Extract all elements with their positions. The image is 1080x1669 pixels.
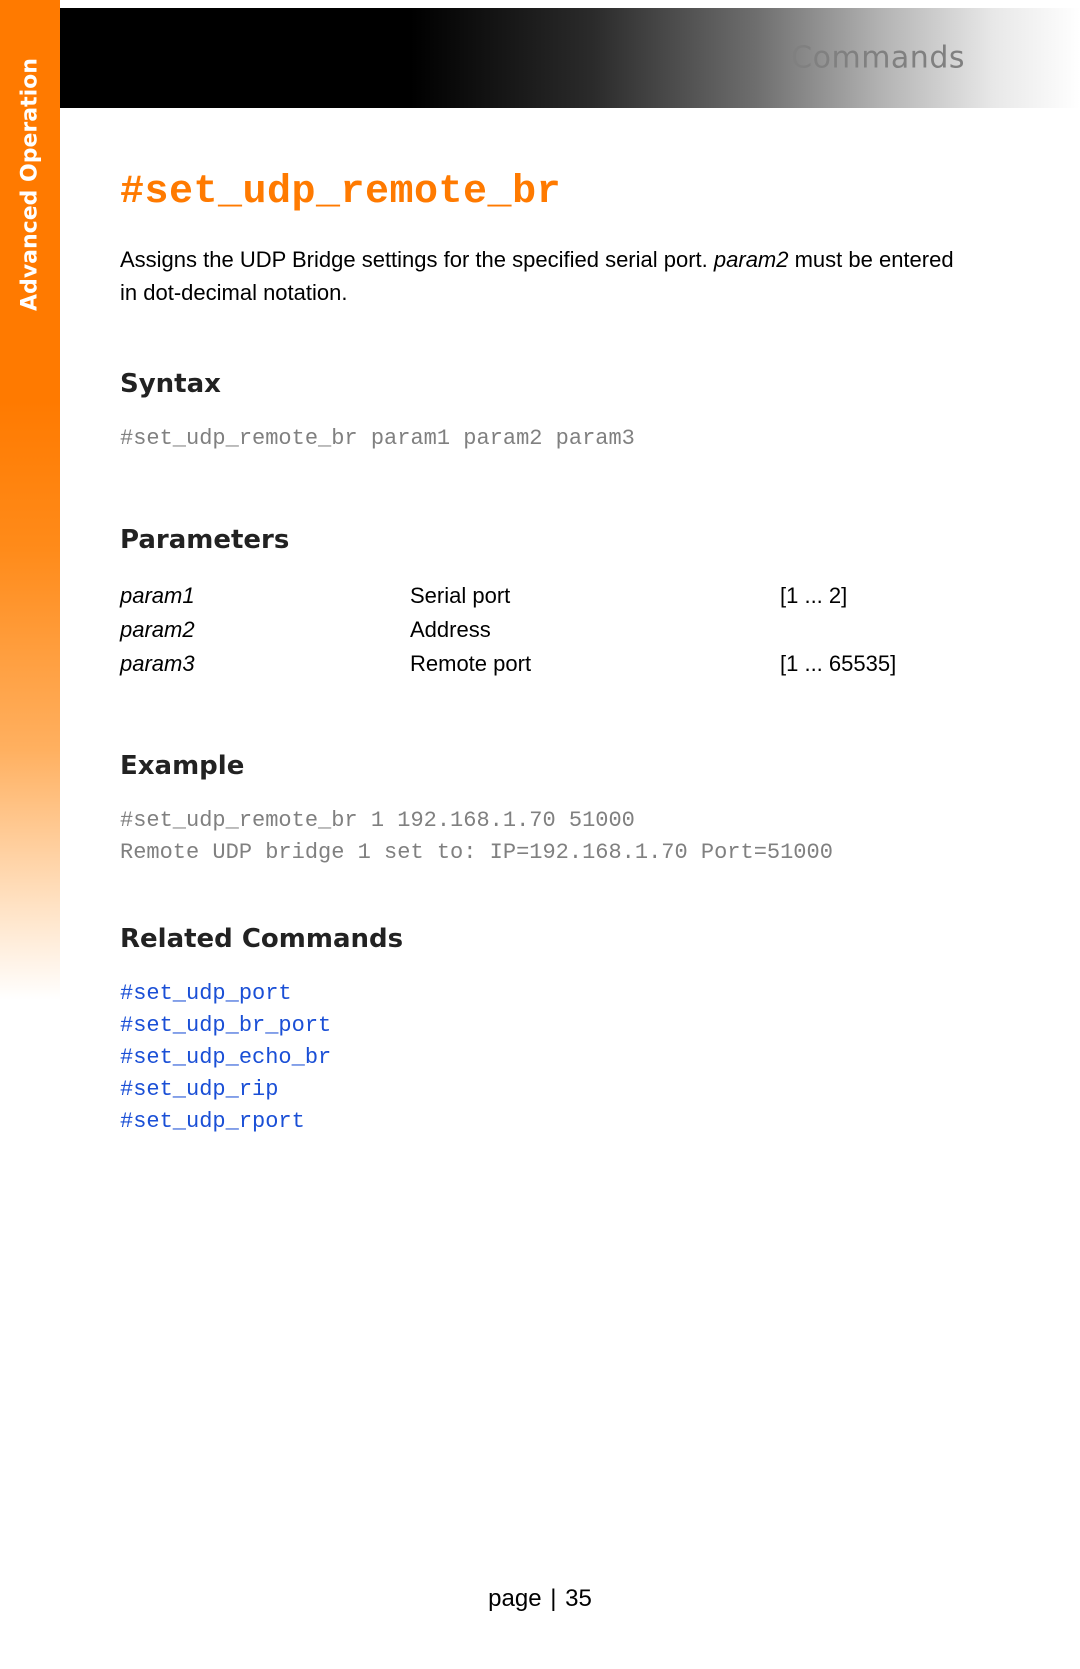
related-link[interactable]: #set_udp_port [120,978,960,1010]
table-row: param2 Address [120,613,960,647]
footer-page-number: 35 [565,1585,592,1612]
desc-param-italic: param2 [714,247,789,272]
param-name: param2 [120,613,410,647]
header-section-title: Commands [791,41,965,76]
table-row: param1 Serial port [1 ... 2] [120,579,960,613]
related-link[interactable]: #set_udp_rip [120,1074,960,1106]
parameters-section: Parameters param1 Serial port [1 ... 2] … [120,525,960,681]
parameters-table: param1 Serial port [1 ... 2] param2 Addr… [120,579,960,681]
sidebar-label: Advanced Operation [18,58,43,311]
related-link[interactable]: #set_udp_echo_br [120,1042,960,1074]
param-desc: Address [410,613,780,647]
page-footer: page | 35 [0,1585,1080,1613]
footer-label: page [488,1585,541,1612]
header-band: Commands [0,8,1080,108]
syntax-heading: Syntax [120,369,960,399]
example-code: #set_udp_remote_br 1 192.168.1.70 51000 … [120,805,960,869]
table-row: param3 Remote port [1 ... 65535] [120,647,960,681]
param-range: [1 ... 65535] [780,647,960,681]
command-title: #set_udp_remote_br [120,170,960,215]
example-heading: Example [120,751,960,781]
related-commands-section: Related Commands #set_udp_port #set_udp_… [120,924,960,1137]
related-link[interactable]: #set_udp_rport [120,1106,960,1138]
main-content: #set_udp_remote_br Assigns the UDP Bridg… [120,170,960,1137]
command-description: Assigns the UDP Bridge settings for the … [120,243,960,309]
syntax-code: #set_udp_remote_br param1 param2 param3 [120,423,960,455]
sidebar-tab: Advanced Operation [0,0,60,1000]
param-range: [1 ... 2] [780,579,960,613]
footer-separator: | [550,1585,556,1612]
parameters-heading: Parameters [120,525,960,555]
param-desc: Remote port [410,647,780,681]
param-name: param3 [120,647,410,681]
param-range [780,613,960,647]
related-heading: Related Commands [120,924,960,954]
syntax-section: Syntax #set_udp_remote_br param1 param2 … [120,369,960,455]
desc-text-before: Assigns the UDP Bridge settings for the … [120,247,714,272]
example-section: Example #set_udp_remote_br 1 192.168.1.7… [120,751,960,869]
param-desc: Serial port [410,579,780,613]
related-link[interactable]: #set_udp_br_port [120,1010,960,1042]
param-name: param1 [120,579,410,613]
